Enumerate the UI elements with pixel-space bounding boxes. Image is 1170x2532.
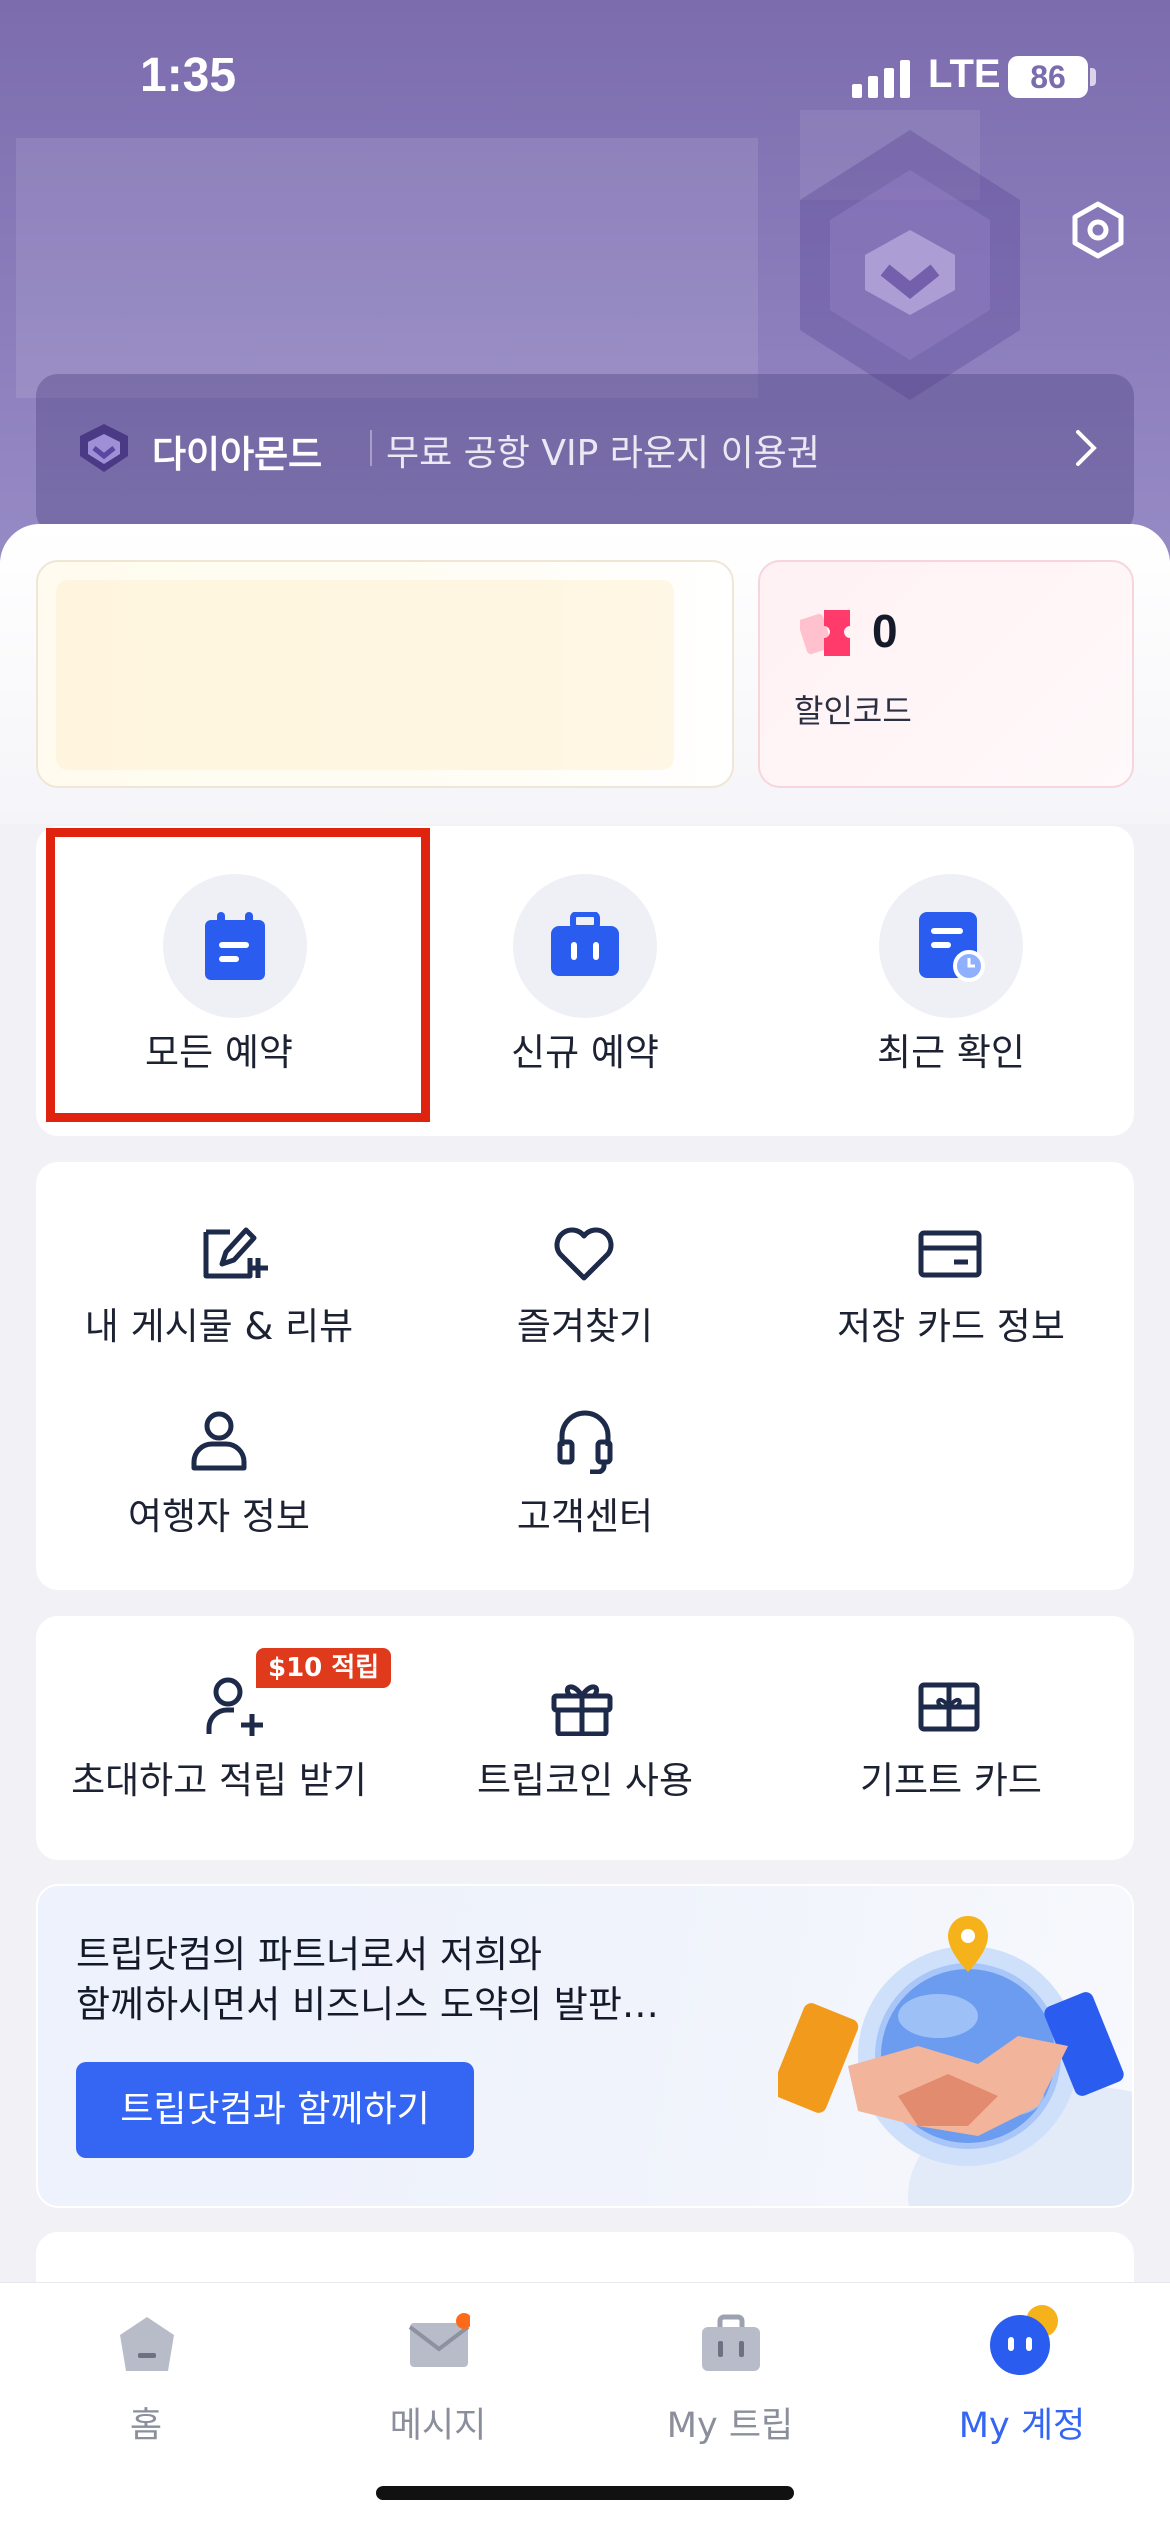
partner-line-1: 트립닷컴의 파트너로서 저희와 <box>76 1933 543 1976</box>
partner-banner[interactable]: 트립닷컴의 파트너로서 저희와 함께하시면서 비즈니스 도약의 발판… 트립닷컴… <box>36 1884 1134 2208</box>
menu-traveler-info[interactable]: 여행자 정보 <box>36 1362 402 1562</box>
shortcut-label: 최근 확인 <box>877 1031 1025 1074</box>
person-icon <box>191 1411 247 1471</box>
home-icon <box>120 2317 174 2371</box>
handshake-globe-illustration <box>778 1916 1132 2206</box>
menu-customer-center[interactable]: 고객센터 <box>402 1362 768 1562</box>
menu-label: 초대하고 적립 받기 <box>71 1759 367 1802</box>
settings-hexagon-icon[interactable] <box>1068 200 1128 260</box>
diamond-icon <box>80 424 128 472</box>
nav-label: My 계정 <box>958 2406 1086 2446</box>
ticket-icon <box>800 610 850 656</box>
menu-tripcoin[interactable]: 트립코인 사용 <box>402 1616 768 1860</box>
menu-gift-card[interactable]: 기프트 카드 <box>768 1616 1134 1860</box>
shortcut-recent-viewed[interactable]: 최근 확인 <box>768 826 1134 1136</box>
suitcase-icon <box>551 912 619 976</box>
vip-benefit-text: 무료 공항 VIP 라운지 이용권 <box>386 433 820 474</box>
message-icon <box>408 2313 470 2367</box>
suitcase-icon-bg <box>513 874 657 1018</box>
nav-label: 메시지 <box>389 2406 487 2446</box>
status-time: 1:35 <box>140 49 237 102</box>
recent-doc-icon-bg <box>879 874 1023 1018</box>
menu-label: 즐겨찾기 <box>516 1305 654 1348</box>
invite-reward-badge: $10 적립 <box>256 1648 392 1688</box>
home-indicator <box>376 2486 794 2500</box>
recent-doc-icon <box>919 912 985 982</box>
menu-favorites[interactable]: 즐겨찾기 <box>402 1162 768 1362</box>
nav-my-account[interactable]: My 계정 <box>876 2283 1168 2483</box>
points-placeholder <box>56 580 674 770</box>
coupon-card[interactable]: 0 할인코드 <box>758 560 1134 788</box>
menu-saved-cards[interactable]: 저장 카드 정보 <box>768 1162 1134 1362</box>
menu-label: 고객센터 <box>516 1495 654 1538</box>
gift-box-icon <box>551 1684 613 1736</box>
tier-badge-watermark <box>800 110 1020 400</box>
menu-label: 여행자 정보 <box>128 1495 310 1538</box>
status-bar: 1:35 LTE 86 <box>0 0 1170 150</box>
nav-my-trip[interactable]: My 트립 <box>584 2283 876 2483</box>
nav-messages[interactable]: 메시지 <box>292 2283 584 2483</box>
highlight-box <box>46 828 430 1122</box>
nav-home[interactable]: 홈 <box>0 2283 292 2483</box>
network-type: LTE <box>928 52 1001 96</box>
coupon-count: 0 <box>872 605 898 657</box>
battery-icon: 86 <box>1008 56 1088 98</box>
rewards-card: 초대하고 적립 받기 트립코인 사용 기프트 카드 <box>36 1616 1134 1860</box>
vip-tier-name: 다이아몬드 <box>152 433 323 476</box>
account-menu-card: 내 게시물 & 리뷰 즐겨찾기 저장 카드 정보 여행자 정보 고객센터 <box>36 1162 1134 1590</box>
profile-placeholder <box>16 138 758 398</box>
partner-line-2: 함께하시면서 비즈니스 도약의 발판… <box>76 1983 659 2026</box>
points-card[interactable] <box>36 560 734 788</box>
battery-level: 86 <box>1030 59 1066 95</box>
divider <box>370 430 372 466</box>
battery-tip <box>1090 68 1096 86</box>
nav-label: 홈 <box>129 2406 163 2446</box>
vip-benefit-bar[interactable]: 다이아몬드 무료 공항 VIP 라운지 이용권 <box>36 374 1134 534</box>
partner-text: 트립닷컴의 파트너로서 저희와 함께하시면서 비즈니스 도약의 발판… <box>76 1930 756 2030</box>
heart-icon <box>554 1227 614 1281</box>
menu-posts-reviews[interactable]: 내 게시물 & 리뷰 <box>36 1162 402 1362</box>
shortcut-new-booking[interactable]: 신규 예약 <box>402 826 768 1136</box>
coupon-label: 할인코드 <box>794 692 912 730</box>
gift-card-icon <box>918 1682 980 1732</box>
nav-label: My 트립 <box>666 2406 794 2446</box>
menu-label: 기프트 카드 <box>860 1759 1042 1802</box>
edit-post-icon <box>203 1227 268 1279</box>
account-face-icon <box>990 2305 1058 2375</box>
menu-label: 저장 카드 정보 <box>837 1305 1065 1348</box>
shortcut-label: 신규 예약 <box>511 1031 659 1074</box>
partner-join-button[interactable]: 트립닷컴과 함께하기 <box>76 2062 474 2158</box>
menu-label: 내 게시물 & 리뷰 <box>84 1305 354 1348</box>
menu-label: 트립코인 사용 <box>476 1759 693 1802</box>
signal-icon <box>852 60 910 98</box>
credit-card-icon <box>918 1230 982 1278</box>
headset-icon <box>557 1410 613 1474</box>
trip-bag-icon <box>702 2314 760 2371</box>
chevron-right-icon <box>1076 430 1097 466</box>
